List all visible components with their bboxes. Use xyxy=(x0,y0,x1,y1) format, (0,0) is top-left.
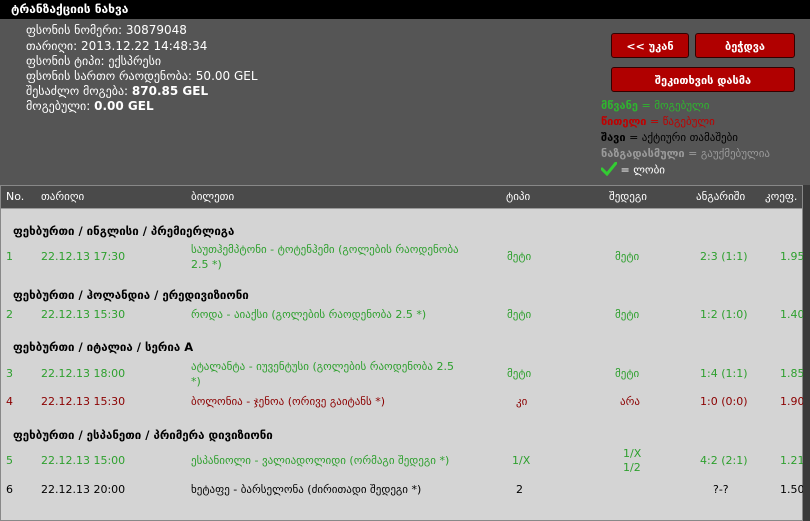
row-score: 4:2 (2:1) xyxy=(700,454,748,467)
row-odds: 1.90 xyxy=(780,395,805,408)
row-date: 22.12.13 15:30 xyxy=(41,308,126,321)
legend-cancelled: ნაზგადასმული = გაუქმებულია xyxy=(601,147,770,160)
print-button[interactable]: ბეჭდვა xyxy=(695,33,795,58)
row-score: 1:0 (0:0) xyxy=(700,395,748,408)
won-label: მოგებული: xyxy=(26,99,91,113)
legend-won-desc: = მოგებული xyxy=(641,99,710,112)
total-amount: ფსონის სართო რაოდენობა: 50.00 GEL xyxy=(26,69,258,83)
ticket-number: ფსონის ნომერი: 30879048 xyxy=(26,23,187,37)
row-type: მეტი xyxy=(507,308,532,321)
group-header: ფეხბურთი / ესპანეთი / პრიმერა დივიზიონი xyxy=(13,428,273,442)
row-result: 1/X xyxy=(623,447,642,460)
possible-win: შესაძლო მოგება: 870.85 GEL xyxy=(26,84,208,98)
row-score: ?-? xyxy=(713,483,729,496)
ticket-date: თარიღი: 2013.12.22 14:48:34 xyxy=(26,39,208,53)
won-amount: მოგებული: 0.00 GEL xyxy=(26,99,154,113)
row-date: 22.12.13 15:00 xyxy=(41,454,126,467)
row-no: 3 xyxy=(6,367,13,380)
back-button[interactable]: << უკან xyxy=(611,33,689,58)
legend-lost-word: წითელი xyxy=(601,115,647,128)
vertical-scrollbar[interactable] xyxy=(803,185,810,521)
legend-cancelled-word: ნაზგადასმული xyxy=(601,147,685,160)
row-score: 1:2 (1:0) xyxy=(700,308,748,321)
row-date: 22.12.13 15:30 xyxy=(41,395,126,408)
legend-lost-desc: = წაგებული xyxy=(650,115,715,128)
legend-won: მწვანე = მოგებული xyxy=(601,99,709,112)
row-result: მეტი xyxy=(615,250,640,263)
row-no: 1 xyxy=(6,250,13,263)
row-type: მეტი xyxy=(507,250,532,263)
group-header: ფეხბურთი / ინგლისი / პრემიერლიგა xyxy=(13,224,235,238)
row-event-cont: *) xyxy=(191,375,201,388)
row-type: 2 xyxy=(516,483,523,496)
col-event: ბილეთი xyxy=(191,190,235,203)
row-no: 2 xyxy=(6,308,13,321)
possible-win-label: შესაძლო მოგება: xyxy=(26,84,129,98)
row-event-cont: 2.5 *) xyxy=(191,258,222,271)
row-no: 6 xyxy=(6,483,13,496)
legend-won-word: მწვანე xyxy=(601,99,638,112)
col-odds: კოეფ. xyxy=(765,190,798,203)
row-odds: 1.85 xyxy=(780,367,805,380)
bets-table: No. თარიღი ბილეთი ტიპი შედეგი ანგარიში კ… xyxy=(0,185,805,521)
table-header: No. თარიღი ბილეთი ტიპი შედეგი ანგარიში კ… xyxy=(1,186,802,209)
col-score: ანგარიში xyxy=(696,190,746,203)
legend-lost: წითელი = წაგებული xyxy=(601,115,715,128)
window-title: ტრანზაქციის ნახვა xyxy=(0,0,810,19)
row-result: მეტი xyxy=(615,367,640,380)
row-no: 4 xyxy=(6,395,13,408)
row-event: ბოლონია - ჯენოა (ორივე გაიტანს *) xyxy=(191,395,386,408)
row-result-2: 1/2 xyxy=(623,461,641,474)
group-header: ფეხბურთი / იტალია / სერია A xyxy=(13,340,194,354)
row-score: 1:4 (1:1) xyxy=(700,367,748,380)
row-event: როდა - აიაქსი (გოლების რაოდენობა 2.5 *) xyxy=(191,308,427,321)
col-no: No. xyxy=(6,190,25,203)
row-event: ხეტაფე - ბარსელონა (ძირითადი შედეგი *) xyxy=(191,483,422,496)
row-date: 22.12.13 20:00 xyxy=(41,483,126,496)
legend-lobby-desc: = ლობი xyxy=(620,163,665,177)
row-no: 5 xyxy=(6,454,13,467)
row-event: ატალანტა - იუვენტუსი (გოლების რაოდენობა … xyxy=(191,360,454,373)
row-type: კი xyxy=(516,395,528,408)
ask-question-button[interactable]: შეკითხვის დასმა xyxy=(611,67,795,92)
possible-win-value: 870.85 GEL xyxy=(131,84,209,98)
row-type: 1/X xyxy=(512,454,531,467)
col-date: თარიღი xyxy=(41,190,85,203)
row-odds: 1.50 xyxy=(780,483,805,496)
row-date: 22.12.13 17:30 xyxy=(41,250,126,263)
row-score: 2:3 (1:1) xyxy=(700,250,748,263)
group-header: ფეხბურთი / ჰოლანდია / ერედივიზიონი xyxy=(13,288,249,302)
row-result: მეტი xyxy=(615,308,640,321)
row-date: 22.12.13 18:00 xyxy=(41,367,126,380)
row-odds: 1.95 xyxy=(780,250,805,263)
row-event: საუთჰემპტონი - ტოტენჰემი (გოლების რაოდენ… xyxy=(191,243,459,256)
row-result: არა xyxy=(620,395,640,408)
ticket-info-panel: ფსონის ნომერი: 30879048 თარიღი: 2013.12.… xyxy=(0,19,810,184)
row-odds: 1.40 xyxy=(780,308,805,321)
legend-active-desc: = აქტიური თამაშები xyxy=(629,131,738,144)
legend-active: შავი = აქტიური თამაშები xyxy=(601,131,738,144)
won-value: 0.00 GEL xyxy=(94,99,154,113)
transaction-view-window: ტრანზაქციის ნახვა ფსონის ნომერი: 3087904… xyxy=(0,0,810,521)
col-result: შედეგი xyxy=(609,190,647,203)
legend-lobby: = ლობი xyxy=(600,161,665,179)
legend-cancelled-desc: = გაუქმებულია xyxy=(688,147,770,160)
row-type: მეტი xyxy=(507,367,532,380)
row-odds: 1.21 xyxy=(780,454,805,467)
bet-type: ფსონის ტიპი: ექსპრესი xyxy=(26,54,162,68)
row-event: ესპანიოლი - ვალიადოლიდი (ორმაგი შედეგი *… xyxy=(191,454,450,467)
check-icon xyxy=(600,161,618,179)
legend-active-word: შავი xyxy=(601,131,626,144)
col-type: ტიპი xyxy=(506,190,531,203)
